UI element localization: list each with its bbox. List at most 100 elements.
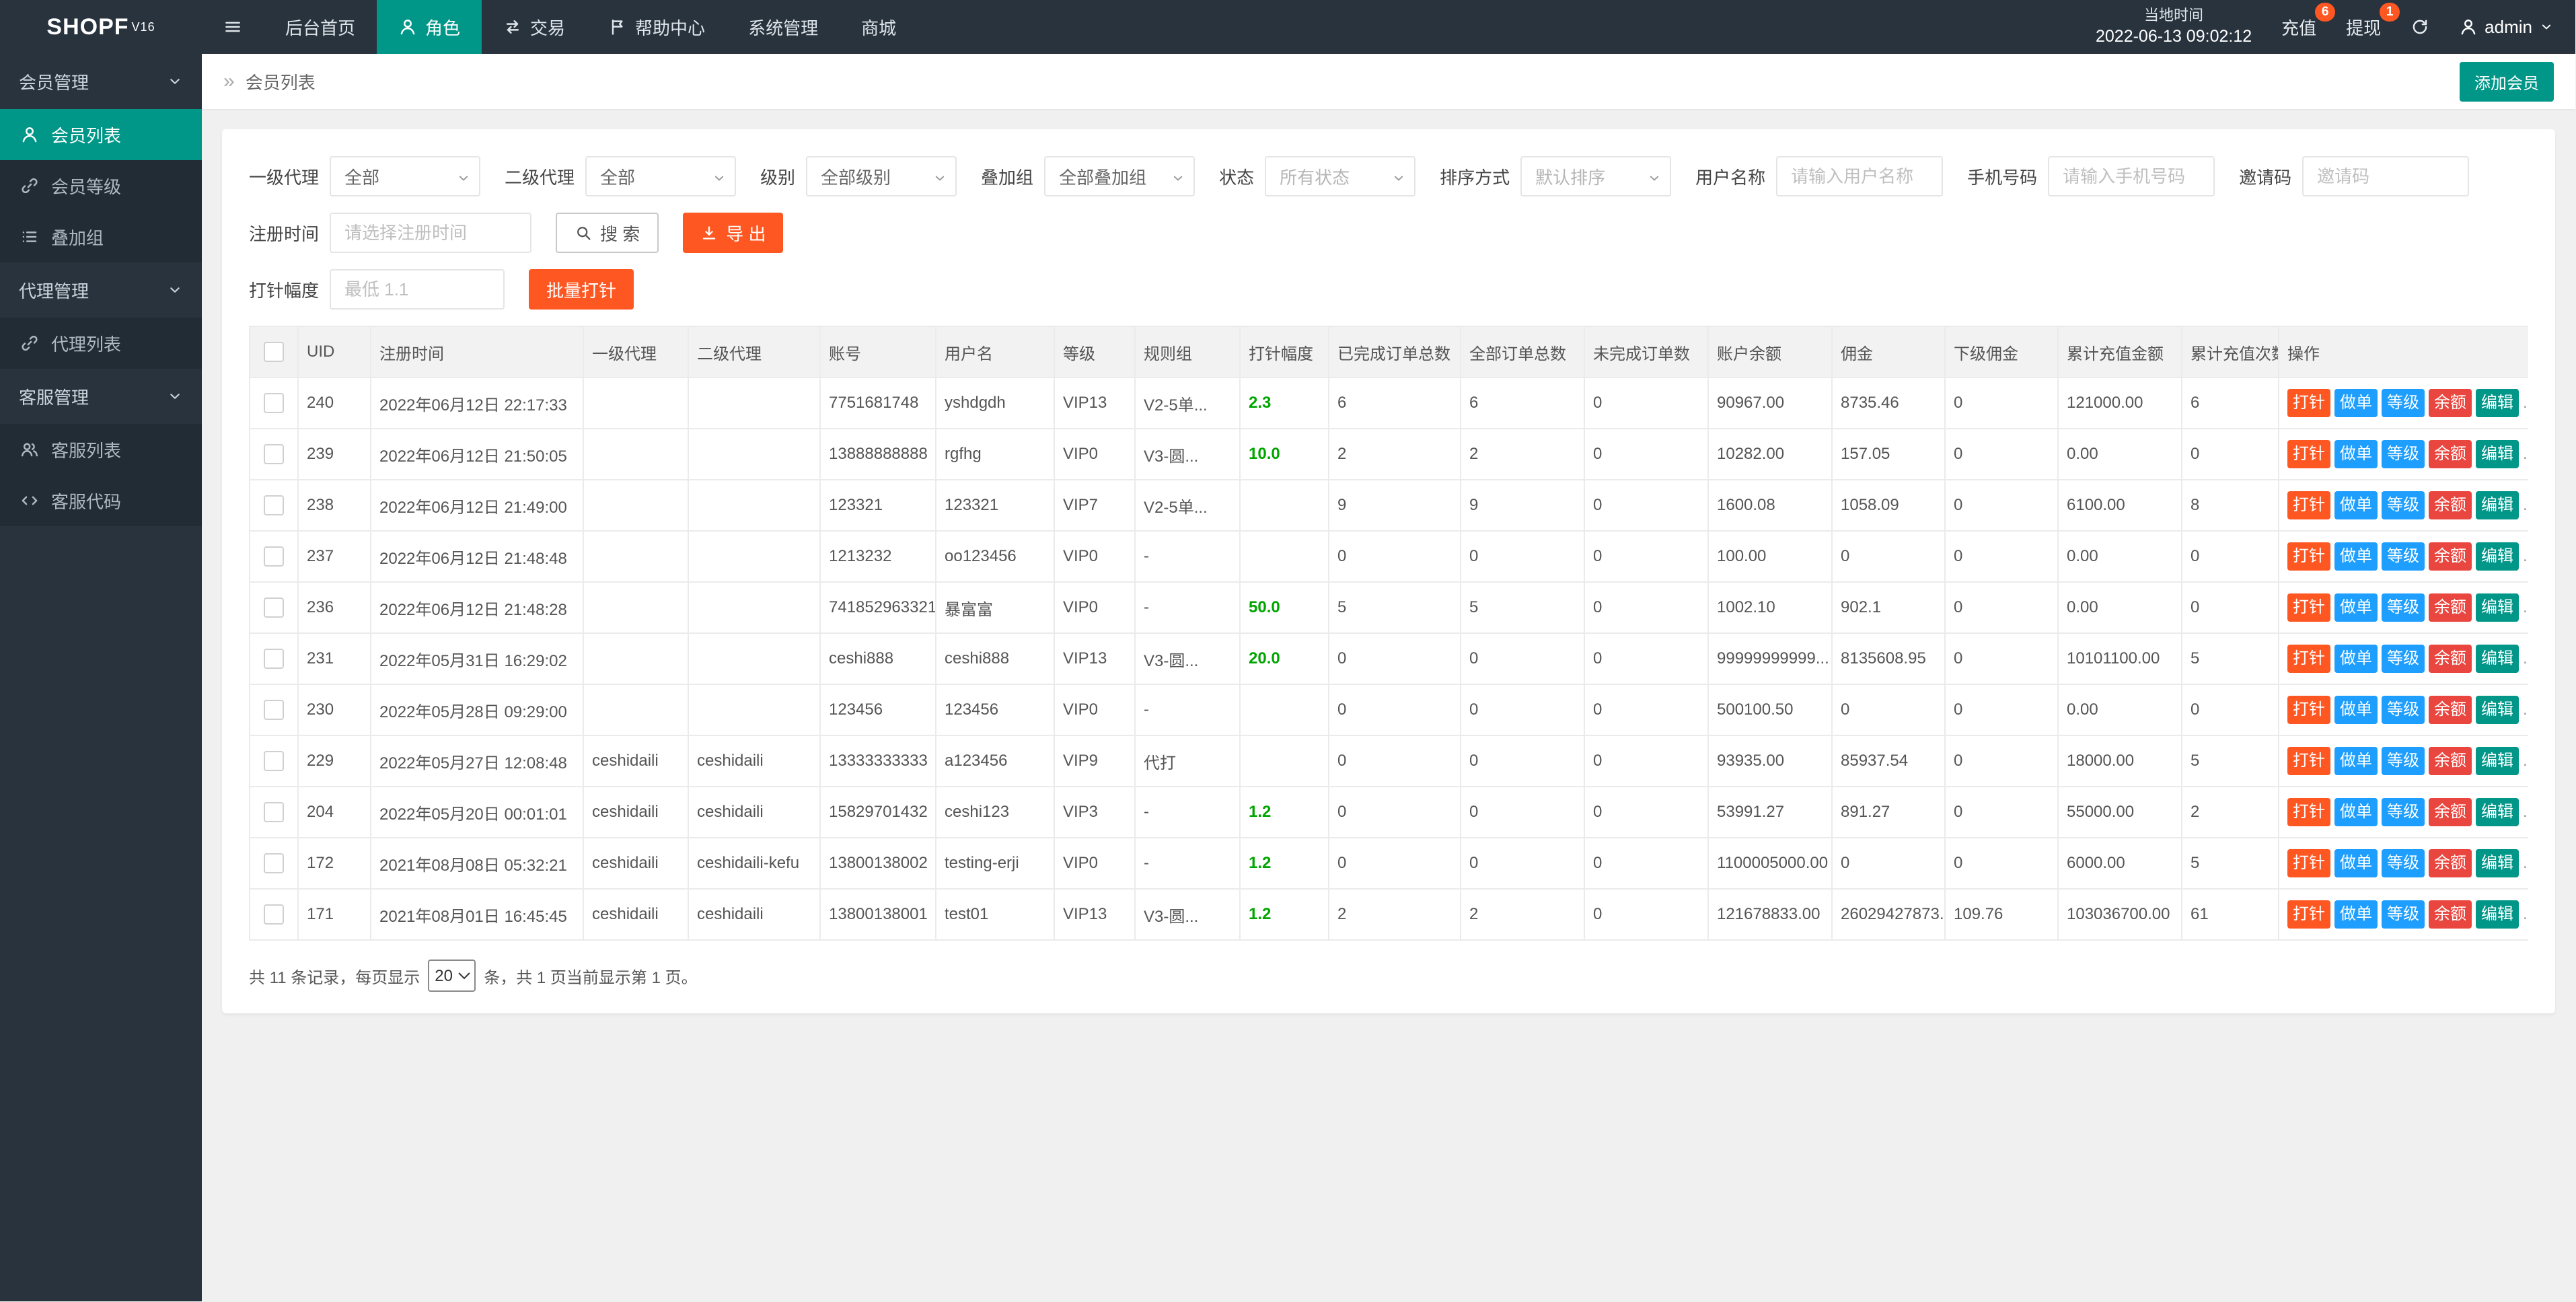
edit-button[interactable]: 编辑 [2476, 593, 2519, 622]
level-button[interactable]: 等级 [2382, 542, 2425, 571]
more-actions[interactable]: ... [2523, 547, 2528, 565]
level-button[interactable]: 等级 [2382, 747, 2425, 775]
balance-button[interactable]: 余额 [2429, 440, 2472, 468]
sidebar-group[interactable]: 会员管理 [0, 54, 202, 109]
edit-button[interactable]: 编辑 [2476, 491, 2519, 519]
batch-inject-button[interactable]: 批量打针 [529, 269, 634, 310]
edit-button[interactable]: 编辑 [2476, 542, 2519, 571]
edit-button[interactable]: 编辑 [2476, 747, 2519, 775]
row-checkbox[interactable] [264, 495, 284, 515]
inject-button[interactable]: 打针 [2287, 900, 2330, 929]
balance-button[interactable]: 余额 [2429, 849, 2472, 877]
balance-button[interactable]: 余额 [2429, 645, 2472, 673]
balance-button[interactable]: 余额 [2429, 747, 2472, 775]
recharge-link[interactable]: 充值 6 [2281, 15, 2316, 40]
sidebar-item[interactable]: 会员列表 [0, 109, 202, 160]
level-button[interactable]: 等级 [2382, 645, 2425, 673]
sidebar-item[interactable]: 客服列表 [0, 424, 202, 475]
reg-time-input[interactable] [330, 213, 531, 253]
inject-button[interactable]: 打针 [2287, 747, 2330, 775]
balance-button[interactable]: 余额 [2429, 696, 2472, 724]
sidebar-item[interactable]: 会员等级 [0, 160, 202, 211]
filter-select[interactable]: 全部 [330, 156, 480, 196]
row-checkbox[interactable] [264, 802, 284, 822]
more-actions[interactable]: ... [2523, 854, 2528, 872]
make-order-button[interactable]: 做单 [2334, 593, 2378, 622]
more-actions[interactable]: ... [2523, 803, 2528, 821]
filter-select[interactable]: 全部级别 [806, 156, 957, 196]
make-order-button[interactable]: 做单 [2334, 542, 2378, 571]
balance-button[interactable]: 余额 [2429, 798, 2472, 826]
make-order-button[interactable]: 做单 [2334, 389, 2378, 417]
more-actions[interactable]: ... [2523, 394, 2528, 412]
edit-button[interactable]: 编辑 [2476, 645, 2519, 673]
level-button[interactable]: 等级 [2382, 900, 2425, 929]
edit-button[interactable]: 编辑 [2476, 849, 2519, 877]
balance-button[interactable]: 余额 [2429, 491, 2472, 519]
user-menu[interactable]: admin [2459, 17, 2554, 38]
level-button[interactable]: 等级 [2382, 849, 2425, 877]
balance-button[interactable]: 余额 [2429, 900, 2472, 929]
balance-button[interactable]: 余额 [2429, 389, 2472, 417]
make-order-button[interactable]: 做单 [2334, 798, 2378, 826]
row-checkbox[interactable] [264, 904, 284, 925]
balance-button[interactable]: 余额 [2429, 593, 2472, 622]
select-all-checkbox[interactable] [264, 342, 284, 362]
filter-input[interactable] [2302, 156, 2469, 196]
more-actions[interactable]: ... [2523, 598, 2528, 616]
more-actions[interactable]: ... [2523, 649, 2528, 667]
filter-input[interactable] [2048, 156, 2215, 196]
inject-button[interactable]: 打针 [2287, 440, 2330, 468]
withdraw-link[interactable]: 提现 1 [2346, 15, 2381, 40]
more-actions[interactable]: ... [2523, 496, 2528, 514]
make-order-button[interactable]: 做单 [2334, 900, 2378, 929]
nav-item[interactable]: 角色 [377, 0, 482, 54]
row-checkbox[interactable] [264, 700, 284, 720]
inject-button[interactable]: 打针 [2287, 389, 2330, 417]
nav-item[interactable]: 系统管理 [727, 0, 840, 54]
sidebar-group[interactable]: 客服管理 [0, 369, 202, 424]
edit-button[interactable]: 编辑 [2476, 696, 2519, 724]
level-button[interactable]: 等级 [2382, 440, 2425, 468]
more-actions[interactable]: ... [2523, 445, 2528, 463]
row-checkbox[interactable] [264, 598, 284, 618]
nav-item[interactable]: 后台首页 [264, 0, 377, 54]
sidebar-item[interactable]: 客服代码 [0, 475, 202, 526]
inject-range-input[interactable] [330, 269, 505, 310]
edit-button[interactable]: 编辑 [2476, 798, 2519, 826]
inject-button[interactable]: 打针 [2287, 542, 2330, 571]
make-order-button[interactable]: 做单 [2334, 849, 2378, 877]
level-button[interactable]: 等级 [2382, 491, 2425, 519]
row-checkbox[interactable] [264, 649, 284, 669]
make-order-button[interactable]: 做单 [2334, 747, 2378, 775]
filter-select[interactable]: 默认排序 [1520, 156, 1671, 196]
nav-item[interactable]: 帮助中心 [587, 0, 727, 54]
table-scroll-area[interactable]: UID注册时间一级代理二级代理账号用户名等级规则组打针幅度已完成订单总数全部订单… [249, 326, 2528, 941]
refresh-button[interactable] [2411, 17, 2429, 36]
row-checkbox[interactable] [264, 546, 284, 567]
inject-button[interactable]: 打针 [2287, 645, 2330, 673]
more-actions[interactable]: ... [2523, 752, 2528, 770]
row-checkbox[interactable] [264, 853, 284, 873]
level-button[interactable]: 等级 [2382, 593, 2425, 622]
inject-button[interactable]: 打针 [2287, 696, 2330, 724]
export-button[interactable]: 导 出 [683, 213, 783, 253]
row-checkbox[interactable] [264, 393, 284, 413]
more-actions[interactable]: ... [2523, 700, 2528, 719]
level-button[interactable]: 等级 [2382, 389, 2425, 417]
add-member-button[interactable]: 添加会员 [2460, 62, 2554, 102]
edit-button[interactable]: 编辑 [2476, 900, 2519, 929]
row-checkbox[interactable] [264, 444, 284, 464]
make-order-button[interactable]: 做单 [2334, 440, 2378, 468]
inject-button[interactable]: 打针 [2287, 798, 2330, 826]
filter-select[interactable]: 所有状态 [1265, 156, 1415, 196]
inject-button[interactable]: 打针 [2287, 491, 2330, 519]
page-size-select[interactable]: 20 [428, 960, 476, 992]
filter-select[interactable]: 全部 [585, 156, 736, 196]
balance-button[interactable]: 余额 [2429, 542, 2472, 571]
level-button[interactable]: 等级 [2382, 798, 2425, 826]
edit-button[interactable]: 编辑 [2476, 440, 2519, 468]
edit-button[interactable]: 编辑 [2476, 389, 2519, 417]
inject-button[interactable]: 打针 [2287, 593, 2330, 622]
sidebar-item[interactable]: 代理列表 [0, 318, 202, 369]
